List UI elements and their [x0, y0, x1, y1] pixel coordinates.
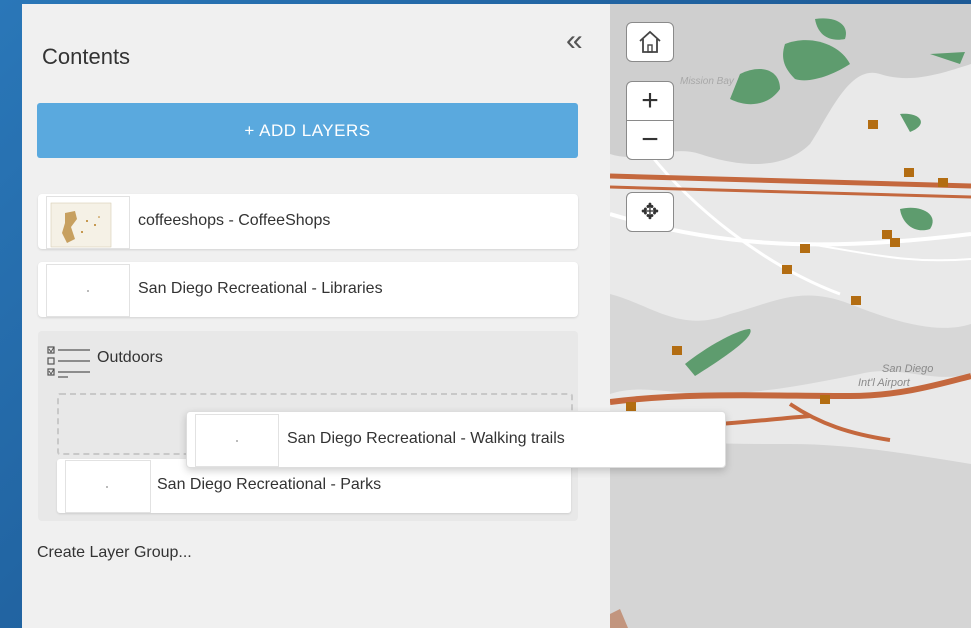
layer-thumbnail-parks	[65, 460, 151, 513]
map-pan-control[interactable]: ✥	[626, 192, 674, 232]
panel-title: Contents	[42, 44, 131, 69]
layer-thumbnail-libraries	[46, 264, 130, 317]
zoom-in-button[interactable]: +	[627, 82, 673, 120]
map-label-bay: Mission Bay	[680, 76, 735, 87]
dragged-layer-walking-trails[interactable]: San Diego Recreational - Walking trails	[186, 411, 726, 468]
contents-panel: Contents « + ADD LAYERS coffeeshops - Co…	[22, 4, 610, 628]
layer-label: San Diego Recreational - Parks	[157, 476, 382, 493]
map-label-airport-line2: Int'l Airport	[858, 377, 911, 389]
map-label-airport-line1: San Diego	[882, 363, 933, 375]
map-zoom-control: + −	[626, 81, 674, 160]
layer-thumbnail-walking-trails	[195, 414, 279, 467]
layer-label: San Diego Recreational - Walking trails	[287, 430, 565, 447]
map-home-control[interactable]	[626, 22, 674, 62]
create-layer-group-link[interactable]: Create Layer Group...	[37, 544, 192, 562]
layer-item-coffeeshops[interactable]: coffeeshops - CoffeeShops	[38, 194, 578, 249]
layer-label: San Diego Recreational - Libraries	[138, 280, 383, 297]
move-arrows-icon[interactable]: ✥	[627, 193, 673, 231]
layer-thumbnail-coffeeshops	[46, 196, 130, 249]
layer-group-icon	[47, 346, 90, 378]
layer-label: coffeeshops - CoffeeShops	[138, 212, 331, 229]
add-layers-button[interactable]: + ADD LAYERS	[37, 103, 578, 158]
home-icon[interactable]	[627, 23, 673, 61]
collapse-panel-icon[interactable]: «	[566, 26, 583, 56]
layer-item-libraries[interactable]: San Diego Recreational - Libraries	[38, 262, 578, 317]
group-label: Outdoors	[97, 349, 163, 366]
zoom-out-button[interactable]: −	[627, 120, 673, 159]
